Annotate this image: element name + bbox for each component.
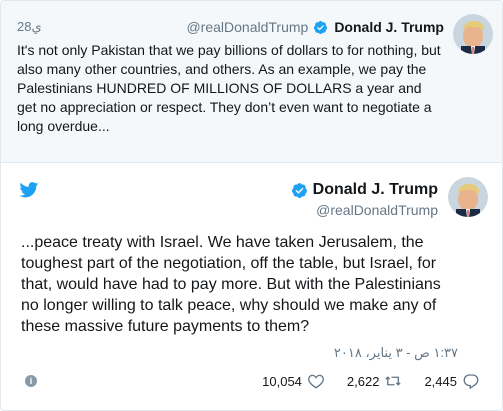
main-author-name[interactable]: Donald J. Trump — [313, 181, 438, 199]
tweet-timestamp[interactable]: ١:٣٧ ص - ٣ يناير، ٢٠١٨ — [334, 345, 458, 361]
info-icon[interactable]: i — [25, 375, 37, 387]
parent-tweet[interactable]: 28ي @realDonaldTrump Donald J. Trump It'… — [1, 1, 502, 163]
reply-action[interactable]: 2,445 — [424, 372, 480, 390]
twitter-bird-icon[interactable] — [19, 182, 39, 198]
tweet-embed-card: 28ي @realDonaldTrump Donald J. Trump It'… — [0, 0, 503, 411]
verified-badge-icon — [314, 20, 328, 34]
parent-author-handle[interactable]: @realDonaldTrump — [186, 19, 308, 35]
retweet-count: 2,622 — [346, 373, 380, 389]
parent-tweet-header: @realDonaldTrump Donald J. Trump — [186, 18, 444, 36]
main-author-handle[interactable]: @realDonaldTrump — [316, 202, 438, 218]
reply-icon — [463, 374, 479, 390]
like-action[interactable]: 10,054 — [262, 372, 325, 390]
main-tweet-text: ...peace treaty with Israel. We have tak… — [21, 234, 441, 335]
verified-badge-icon — [291, 182, 307, 198]
like-count: 10,054 — [262, 373, 302, 389]
heart-icon — [307, 374, 324, 389]
main-author-avatar[interactable] — [448, 177, 488, 217]
retweet-action[interactable]: 2,622 — [347, 372, 403, 390]
retweet-icon — [385, 376, 402, 386]
main-tweet-author-row: Donald J. Trump — [286, 181, 438, 199]
avatar-image — [453, 14, 493, 54]
parent-author-name[interactable]: Donald J. Trump — [334, 19, 444, 35]
tweet-actions: 10,054 2,622 2,445 — [240, 372, 480, 390]
parent-tweet-text: It's not only Pakistan that we pay billi… — [17, 42, 441, 134]
parent-author-avatar[interactable] — [453, 14, 493, 54]
reply-count: 2,445 — [424, 373, 457, 389]
parent-tweet-time[interactable]: 28ي — [17, 19, 42, 35]
avatar-image — [448, 177, 488, 217]
